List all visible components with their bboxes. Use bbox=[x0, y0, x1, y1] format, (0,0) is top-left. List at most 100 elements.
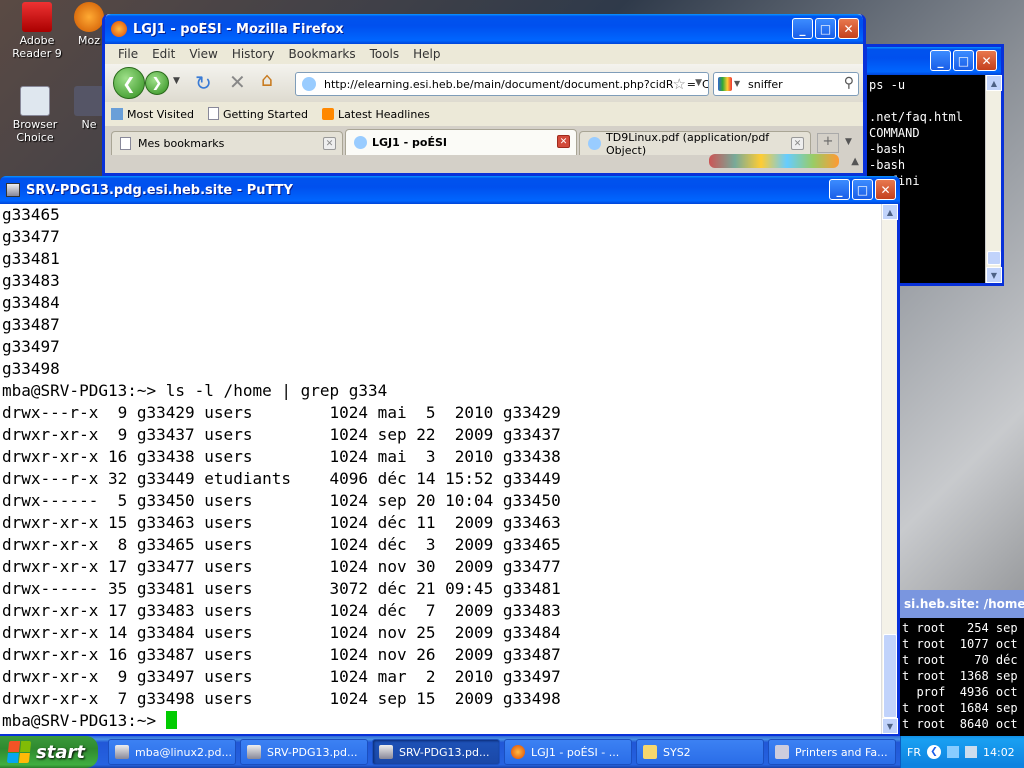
terminal-line: drwxr-xr-x 9 g33497 users 1024 mar 2 201… bbox=[2, 667, 561, 686]
terminal-line: g33498 bbox=[2, 359, 60, 378]
desktop-icon-label: Adobe Reader 9 bbox=[12, 34, 62, 60]
terminal-line: g33481 bbox=[2, 249, 60, 268]
putty-icon bbox=[6, 183, 20, 197]
taskbar-item-printers[interactable]: Printers and Fa... bbox=[768, 739, 896, 765]
putty-icon bbox=[247, 745, 261, 759]
bookmark-latest-headlines[interactable]: Latest Headlines bbox=[322, 107, 430, 121]
navigation-toolbar: ❮ ❯ ▼ ↻ ✕ ⌂ http://elearning.esi.heb.be/… bbox=[105, 64, 863, 102]
menu-view[interactable]: View bbox=[182, 47, 224, 61]
forward-button[interactable]: ❯ bbox=[145, 71, 169, 95]
close-button[interactable]: ✕ bbox=[838, 18, 859, 39]
bookmark-most-visited[interactable]: Most Visited bbox=[111, 107, 194, 121]
start-button[interactable]: start bbox=[0, 736, 98, 768]
new-tab-icon[interactable]: + bbox=[817, 133, 839, 153]
tab-close-icon[interactable]: ✕ bbox=[557, 135, 570, 148]
system-tray: FR ❮ 14:02 bbox=[900, 736, 1024, 768]
bottom-right-terminal-window[interactable]: si.heb.site: /home/m t root 254 sep t ro… bbox=[896, 590, 1024, 736]
home-icon[interactable]: ⌂ bbox=[261, 69, 273, 91]
minimize-button[interactable]: _ bbox=[792, 18, 813, 39]
url-text: http://elearning.esi.heb.be/main/documen… bbox=[324, 77, 709, 91]
close-button[interactable]: ✕ bbox=[875, 179, 896, 200]
desktop-icon-browser-choice[interactable]: Browser Choice bbox=[0, 86, 70, 144]
terminal-line: t root 1368 sep bbox=[902, 669, 1018, 683]
terminal-cursor bbox=[165, 711, 177, 729]
minimize-button[interactable]: _ bbox=[930, 50, 951, 71]
tab-lgj1-poesi[interactable]: LGJ1 - poÉSI ✕ bbox=[345, 129, 577, 155]
menu-tools[interactable]: Tools bbox=[363, 47, 407, 61]
terminal-line: t root 1684 sep bbox=[902, 701, 1018, 715]
tab-mes-bookmarks[interactable]: Mes bookmarks ✕ bbox=[111, 131, 343, 155]
taskbar-item-srv-pdg13-2[interactable]: SRV-PDG13.pd... bbox=[372, 739, 500, 765]
desktop-icon-adobe-reader[interactable]: Adobe Reader 9 bbox=[2, 2, 72, 60]
menu-bookmarks[interactable]: Bookmarks bbox=[282, 47, 363, 61]
window-title: SRV-PDG13.pdg.esi.heb.site - PuTTY bbox=[26, 182, 293, 198]
terminal-line: t root 1077 oct bbox=[902, 637, 1018, 651]
scroll-up-icon[interactable]: ▲ bbox=[986, 75, 1002, 91]
stop-icon[interactable]: ✕ bbox=[229, 70, 246, 94]
firefox-window[interactable]: LGJ1 - poÉSI - Mozilla Firefox _ □ ✕ Fil… bbox=[102, 14, 866, 176]
maximize-button[interactable]: □ bbox=[852, 179, 873, 200]
desktop-icon-moz[interactable]: Moz bbox=[74, 2, 104, 47]
url-bar[interactable]: http://elearning.esi.heb.be/main/documen… bbox=[295, 72, 709, 96]
terminal-command-line: mba@SRV-PDG13:~> ls -l /home | grep g334 bbox=[2, 381, 388, 400]
desktop-icon-ne[interactable]: Ne bbox=[74, 86, 104, 131]
taskbar-item-mba-linux2[interactable]: mba@linux2.pd... bbox=[108, 739, 236, 765]
bottom-right-terminal-output: t root 254 sep t root 1077 oct t root 70… bbox=[902, 620, 1018, 732]
back-button[interactable]: ❮ bbox=[113, 67, 145, 99]
terminal-line: drwxr-xr-x 16 g33438 users 1024 mai 3 20… bbox=[2, 447, 561, 466]
putty-titlebar[interactable]: SRV-PDG13.pdg.esi.heb.site - PuTTY _ □ ✕ bbox=[0, 176, 900, 204]
scroll-down-icon[interactable]: ▼ bbox=[882, 718, 898, 734]
volume-tray-icon[interactable] bbox=[964, 746, 977, 758]
menu-history[interactable]: History bbox=[225, 47, 282, 61]
terminal-line: g33483 bbox=[2, 271, 60, 290]
terminal-prompt-line[interactable]: mba@SRV-PDG13:~> bbox=[0, 710, 881, 732]
url-dropdown-icon[interactable]: ▼ bbox=[695, 78, 702, 88]
bookmark-getting-started[interactable]: Getting Started bbox=[207, 107, 308, 121]
firefox-icon bbox=[111, 21, 127, 37]
menu-edit[interactable]: Edit bbox=[145, 47, 182, 61]
taskbar-item-srv-pdg13-1[interactable]: SRV-PDG13.pd... bbox=[240, 739, 368, 765]
putty-scrollbar[interactable]: ▲ ▼ bbox=[881, 204, 898, 734]
tab-close-icon[interactable]: ✕ bbox=[791, 137, 804, 150]
close-button[interactable]: ✕ bbox=[976, 50, 997, 71]
terminal-line: drwxr-xr-x 17 g33483 users 1024 déc 7 20… bbox=[2, 601, 561, 620]
tray-expand-icon[interactable]: ❮ bbox=[926, 745, 941, 759]
tab-list-dropdown-icon[interactable]: ▼ bbox=[845, 137, 852, 147]
scroll-up-icon[interactable]: ▲ bbox=[882, 204, 898, 220]
terminal-screen[interactable]: g33465 g33477 g33481 g33483 g33484 g3348… bbox=[0, 204, 881, 734]
right-terminal-titlebar[interactable]: _ □ ✕ bbox=[867, 47, 1001, 75]
putty-window[interactable]: SRV-PDG13.pdg.esi.heb.site - PuTTY _ □ ✕… bbox=[0, 176, 900, 736]
menu-file[interactable]: File bbox=[111, 47, 145, 61]
firefox-titlebar[interactable]: LGJ1 - poÉSI - Mozilla Firefox _ □ ✕ bbox=[105, 14, 863, 44]
taskbar-item-sys2[interactable]: SYS2 bbox=[636, 739, 764, 765]
bookmark-star-icon[interactable]: ☆ bbox=[672, 75, 686, 93]
search-input[interactable]: ▼ sniffer ⚲ bbox=[713, 72, 859, 96]
network-tray-icon[interactable] bbox=[946, 746, 959, 758]
scroll-up-icon[interactable]: ▲ bbox=[851, 156, 859, 167]
desktop-icon-label: Moz bbox=[78, 34, 100, 47]
scroll-down-icon[interactable]: ▼ bbox=[986, 267, 1002, 283]
search-engine-dropdown-icon[interactable]: ▼ bbox=[734, 79, 740, 88]
history-dropdown-icon[interactable]: ▼ bbox=[173, 76, 180, 86]
terminal-line: drwxr-xr-x 7 g33498 users 1024 sep 15 20… bbox=[2, 689, 561, 708]
taskbar-item-firefox[interactable]: LGJ1 - poÉSI - ... bbox=[504, 739, 632, 765]
scroll-thumb[interactable] bbox=[987, 251, 1001, 265]
tab-close-icon[interactable]: ✕ bbox=[323, 137, 336, 150]
language-indicator[interactable]: FR bbox=[907, 746, 921, 759]
right-terminal-scrollbar[interactable]: ▲ ▼ bbox=[985, 75, 1002, 283]
minimize-button[interactable]: _ bbox=[829, 179, 850, 200]
site-icon bbox=[302, 77, 316, 91]
maximize-button[interactable]: □ bbox=[815, 18, 836, 39]
tab-td9linux-pdf[interactable]: TD9Linux.pdf (application/pdf Object) ✕ bbox=[579, 131, 811, 157]
page-icon bbox=[207, 107, 219, 120]
scroll-thumb[interactable] bbox=[883, 634, 897, 718]
menu-help[interactable]: Help bbox=[406, 47, 447, 61]
bottom-right-terminal-title[interactable]: si.heb.site: /home/m bbox=[896, 590, 1024, 618]
firefox-icon bbox=[74, 2, 104, 32]
site-icon bbox=[354, 136, 367, 149]
reload-icon[interactable]: ↻ bbox=[195, 71, 212, 95]
search-icon[interactable]: ⚲ bbox=[844, 75, 854, 91]
maximize-button[interactable]: □ bbox=[953, 50, 974, 71]
clock[interactable]: 14:02 bbox=[983, 746, 1015, 759]
folder-icon bbox=[643, 745, 657, 759]
